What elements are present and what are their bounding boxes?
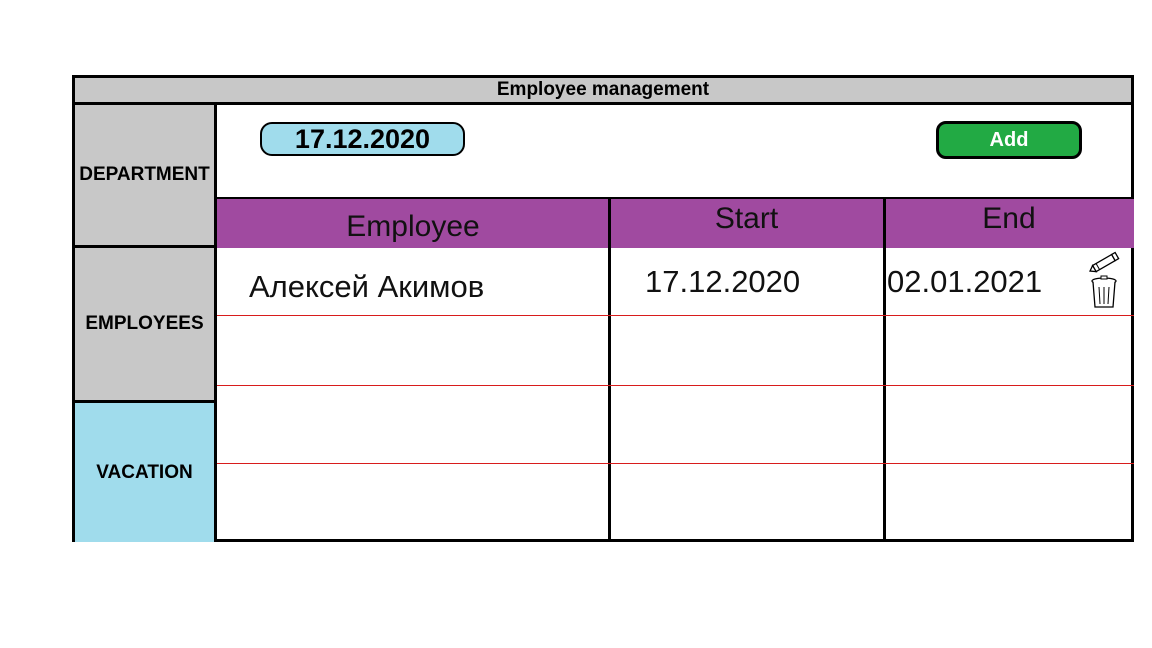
- cell-employee: Алексей Акимов: [249, 269, 485, 304]
- cell-end: 02.01.2021: [887, 264, 1043, 299]
- column-header-start: Start: [714, 201, 779, 235]
- sidebar-item-employees[interactable]: EMPLOYEES: [75, 248, 217, 403]
- column-header-employee: Employee: [346, 209, 480, 243]
- sidebar-item-vacation[interactable]: VACATION: [75, 403, 217, 542]
- employee-management-window: Employee management DEPARTMENT EMPLOYEES…: [72, 75, 1134, 542]
- row-divider: [217, 315, 1134, 316]
- column-divider: [608, 197, 611, 542]
- cell-start: 17.12.2020: [645, 264, 801, 299]
- trash-icon[interactable]: [1087, 275, 1123, 309]
- sidebar-item-department[interactable]: DEPARTMENT: [75, 105, 217, 248]
- table-header: Employee Start End: [217, 197, 1134, 248]
- add-button[interactable]: Add: [936, 121, 1082, 159]
- date-field[interactable]: 17.12.2020: [260, 122, 465, 156]
- row-actions: [1087, 251, 1123, 311]
- column-header-end: End: [982, 201, 1036, 235]
- window-title: Employee management: [75, 78, 1131, 105]
- pencil-icon[interactable]: [1087, 251, 1123, 275]
- column-divider: [883, 197, 886, 542]
- row-divider: [217, 385, 1134, 386]
- row-divider: [217, 463, 1134, 464]
